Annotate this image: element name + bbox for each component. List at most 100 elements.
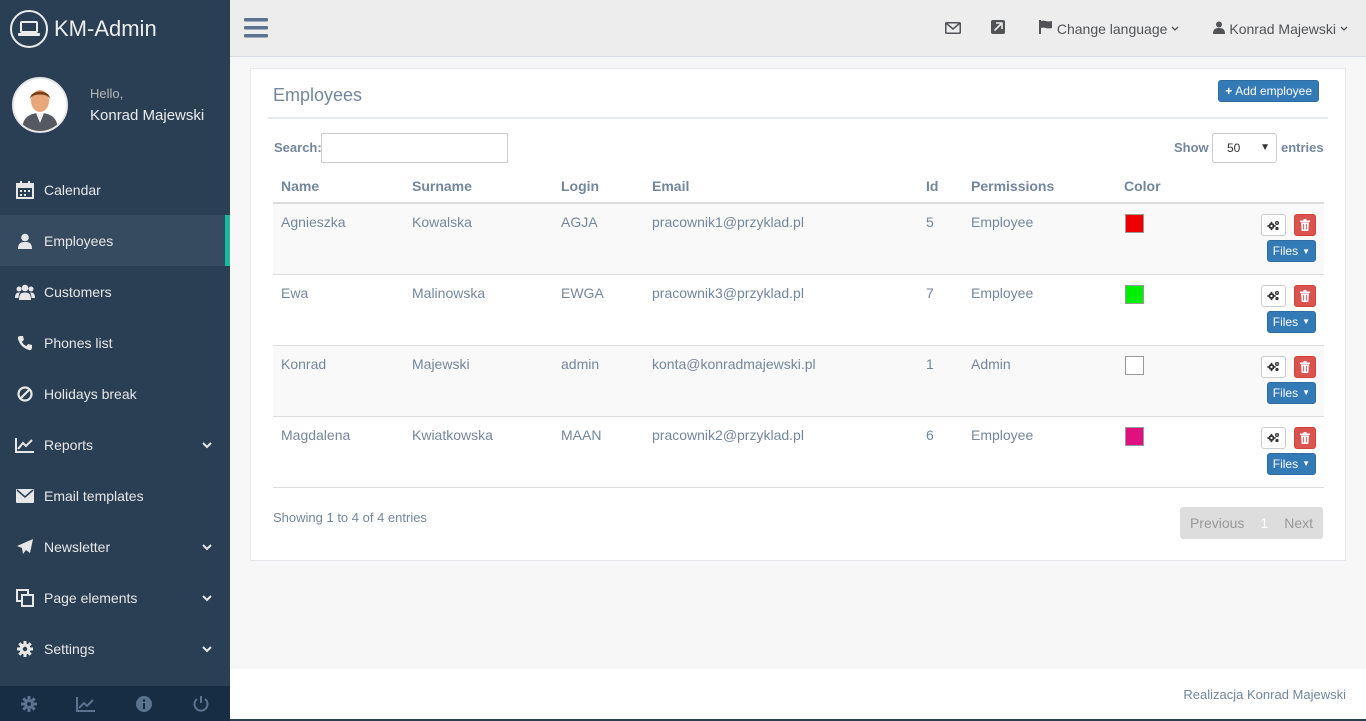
footer: Realizacja Konrad Majewski	[230, 669, 1366, 721]
chevron-down-icon[interactable]	[202, 538, 212, 554]
column-header-actions	[1186, 169, 1324, 204]
entries-select-value: 50	[1227, 141, 1241, 155]
delete-button[interactable]	[1294, 214, 1316, 236]
add-employee-button[interactable]: + Add employee	[1218, 80, 1319, 102]
sidebar-item-customers[interactable]: Customers	[0, 266, 230, 317]
column-header-email[interactable]: Email	[644, 169, 918, 204]
column-header-login[interactable]: Login	[553, 169, 644, 204]
cell-color	[1116, 416, 1186, 488]
sidebar-item-reports[interactable]: Reports	[0, 419, 230, 470]
cell-name: Agnieszka	[273, 203, 404, 275]
user-dropdown[interactable]: Konrad Majewski	[1213, 21, 1352, 37]
sidebar-item-label: Page elements	[44, 589, 138, 606]
language-dropdown[interactable]: Change language	[1038, 20, 1184, 37]
column-header-color[interactable]: Color	[1116, 169, 1186, 204]
employees-table: Name Surname Login Email Id Permissions …	[273, 169, 1324, 488]
info-icon[interactable]	[115, 686, 173, 721]
cell-actions: Files ▼	[1186, 416, 1324, 488]
ban-icon	[14, 383, 36, 405]
sidebar-item-calendar[interactable]: Calendar	[0, 164, 230, 215]
trash-icon	[1300, 360, 1310, 373]
page-1-button[interactable]: 1	[1254, 515, 1274, 531]
sidebar-footer	[0, 686, 230, 721]
sidebar-item-page-elements[interactable]: Page elements	[0, 572, 230, 623]
cell-permissions: Employee	[963, 274, 1116, 346]
table-row: Agnieszka Kowalska AGJA pracownik1@przyklad…	[273, 203, 1324, 275]
chevron-down-icon[interactable]	[202, 640, 212, 656]
profile-name: Konrad Majewski	[90, 106, 205, 124]
flag-icon	[1038, 20, 1057, 37]
messages-button[interactable]	[944, 21, 965, 37]
sidebar-item-label: Email templates	[44, 487, 144, 504]
users-icon	[14, 281, 36, 303]
add-employee-label: Add employee	[1235, 84, 1312, 98]
sidebar-item-phones-list[interactable]: Phones list	[0, 317, 230, 368]
cog-icon	[14, 638, 36, 660]
greeting: Hello,	[90, 85, 124, 101]
chevron-down-icon[interactable]	[202, 436, 212, 452]
cell-id: 7	[918, 274, 963, 346]
entries-label: entries	[1281, 140, 1324, 155]
avatar	[12, 76, 68, 133]
sidebar-item-label: Employees	[44, 232, 114, 249]
column-header-id[interactable]: Id	[918, 169, 963, 204]
cell-permissions: Employee	[963, 203, 1116, 275]
cell-color	[1116, 274, 1186, 346]
edit-button[interactable]	[1261, 355, 1286, 378]
brand-title: KM-Admin	[54, 15, 157, 41]
top-navbar: Change language Konrad Majewski	[230, 0, 1366, 57]
caret-down-icon: ▼	[1302, 388, 1310, 397]
cell-actions: Files ▼	[1186, 274, 1324, 346]
cell-email: konta@konradmajewski.pl	[644, 345, 918, 417]
files-dropdown-button[interactable]: Files ▼	[1266, 240, 1316, 262]
settings-icon[interactable]	[0, 686, 58, 721]
power-icon[interactable]	[173, 686, 231, 721]
files-dropdown-button[interactable]: Files ▼	[1266, 381, 1316, 404]
sidebar-item-settings[interactable]: Settings	[0, 623, 230, 674]
cogs-icon	[1267, 361, 1280, 372]
trash-icon	[1300, 289, 1310, 302]
sidebar-item-employees[interactable]: Employees	[0, 215, 230, 266]
delete-button[interactable]	[1294, 284, 1316, 307]
table-row: Magdalena Kwiatkowska MAAN pracownik2@przyk…	[273, 416, 1324, 488]
cell-id: 6	[918, 416, 963, 488]
plus-icon: +	[1225, 84, 1233, 98]
delete-button[interactable]	[1294, 355, 1316, 378]
column-header-permissions[interactable]: Permissions	[963, 169, 1116, 204]
cell-login: AGJA	[553, 203, 644, 275]
next-button[interactable]: Next	[1274, 515, 1323, 531]
sidebar-item-holidays-break[interactable]: Holidays break	[0, 368, 230, 419]
cell-email: pracownik3@przyklad.pl	[644, 274, 918, 346]
chart-icon[interactable]	[58, 686, 116, 721]
edit-button[interactable]	[1261, 214, 1286, 236]
cell-color	[1116, 203, 1186, 275]
edit-button[interactable]	[1261, 284, 1286, 307]
brand[interactable]: KM-Admin	[0, 0, 230, 57]
edit-button[interactable]	[1261, 426, 1286, 449]
external-link-button[interactable]	[990, 20, 1009, 37]
search-input[interactable]	[321, 133, 508, 163]
page-title: Employees	[273, 85, 363, 105]
user-icon	[1213, 21, 1229, 37]
color-swatch	[1125, 214, 1144, 233]
cell-name: Magdalena	[273, 416, 404, 488]
profile: Hello, Konrad Majewski	[0, 57, 230, 152]
column-header-surname[interactable]: Surname	[404, 169, 553, 204]
files-dropdown-button[interactable]: Files ▼	[1266, 452, 1316, 475]
sidebar-item-newsletter[interactable]: Newsletter	[0, 521, 230, 572]
cell-name: Ewa	[273, 274, 404, 346]
cell-color	[1116, 345, 1186, 417]
caret-down-icon: ▼	[1302, 317, 1310, 326]
cell-actions: Files ▼	[1186, 203, 1324, 275]
sidebar-item-email-templates[interactable]: Email templates	[0, 470, 230, 521]
delete-button[interactable]	[1294, 426, 1316, 449]
sidebar-item-label: Calendar	[44, 181, 101, 198]
cell-actions: Files ▼	[1186, 345, 1324, 417]
chevron-down-icon[interactable]	[202, 589, 212, 605]
color-swatch	[1125, 355, 1144, 375]
entries-select[interactable]: 50 ▼	[1212, 133, 1277, 163]
column-header-name[interactable]: Name	[273, 169, 404, 204]
menu-toggle-icon[interactable]	[244, 18, 268, 41]
previous-button[interactable]: Previous	[1180, 515, 1254, 531]
files-dropdown-button[interactable]: Files ▼	[1266, 310, 1316, 333]
